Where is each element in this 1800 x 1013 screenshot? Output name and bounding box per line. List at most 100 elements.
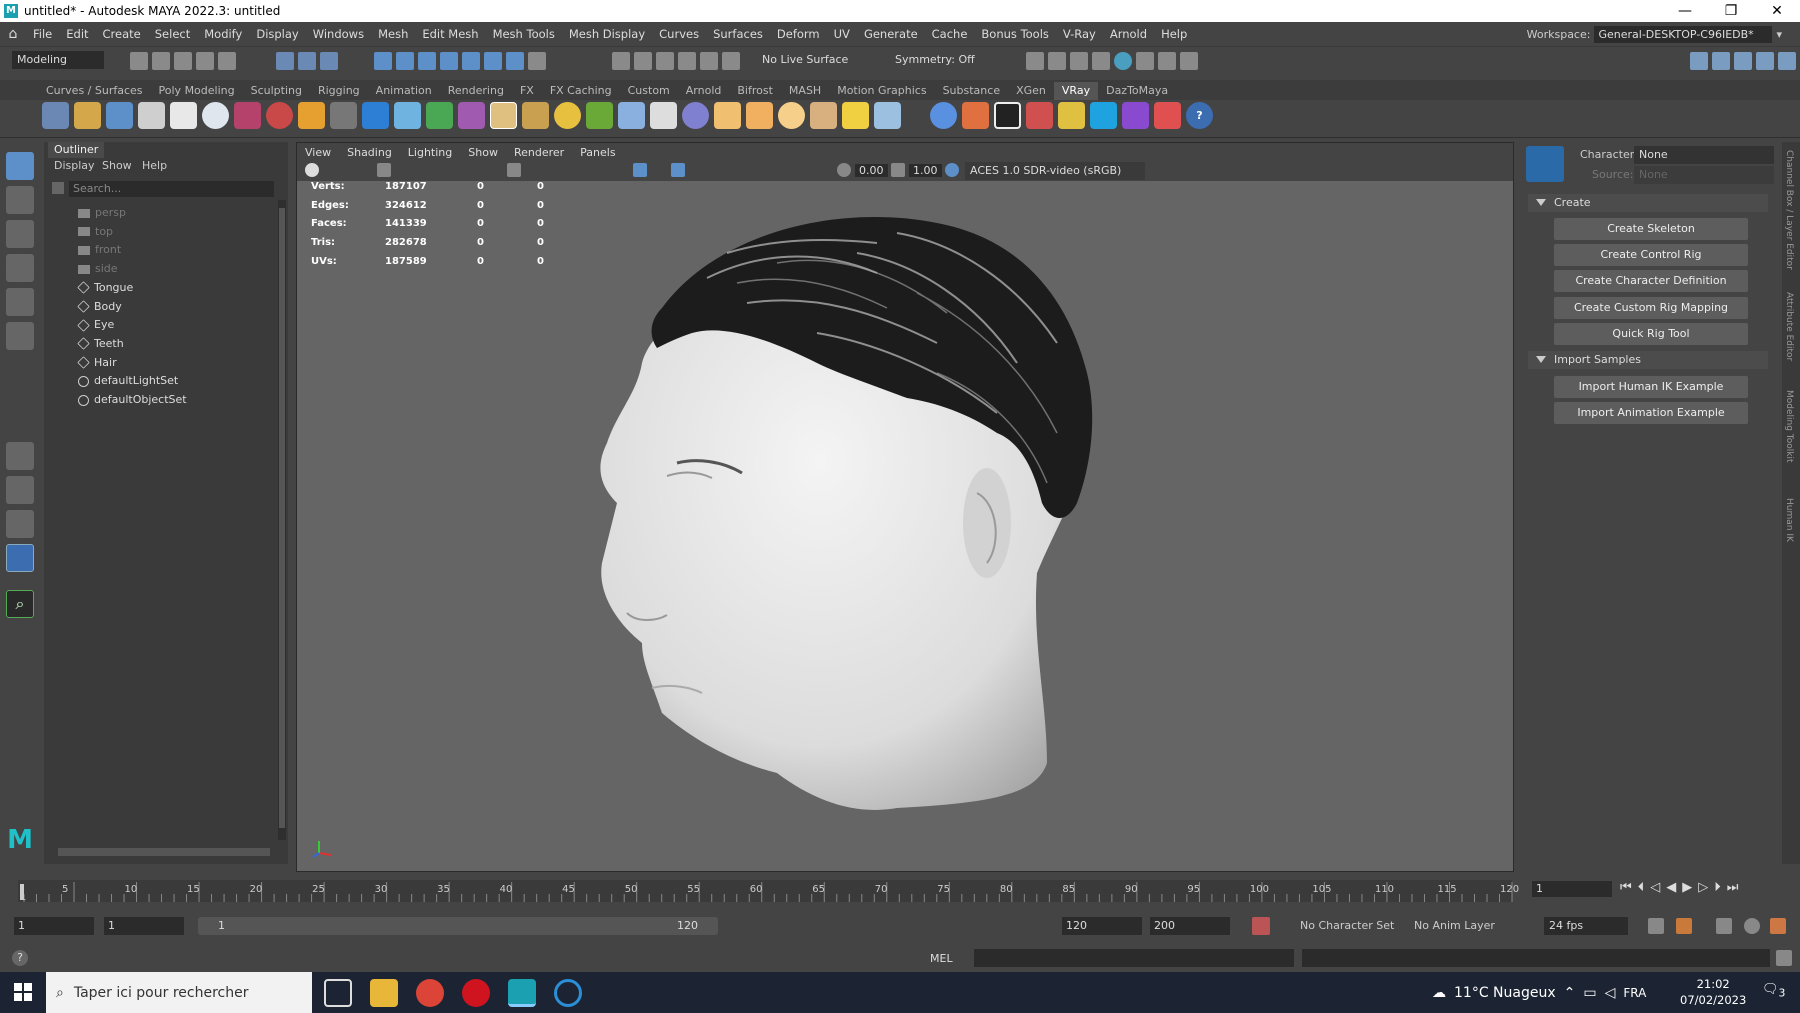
render-setup-icon[interactable] <box>1136 52 1154 70</box>
network-icon[interactable]: ▭ <box>1583 985 1596 1001</box>
language-indicator[interactable]: FRA <box>1623 986 1646 1000</box>
rotate-tool-icon[interactable] <box>6 288 34 316</box>
volume-icon[interactable]: ◁ <box>1605 985 1616 1001</box>
outliner-item[interactable]: defaultLightSet <box>78 372 178 390</box>
vray-vfb-icon[interactable] <box>1026 102 1053 129</box>
symmetry-dropdown[interactable]: Symmetry: Off <box>890 51 980 69</box>
step-forward-key-icon[interactable]: ⏵ <box>1714 880 1721 895</box>
menu-arnold[interactable]: Arnold <box>1103 27 1154 41</box>
current-time-marker[interactable] <box>20 884 24 900</box>
menu-mesh[interactable]: Mesh <box>371 27 415 41</box>
shelf-tab-curves-surfaces[interactable]: Curves / Surfaces <box>38 82 151 100</box>
shelf-tab-fx[interactable]: FX <box>512 82 542 100</box>
snap-curve-icon[interactable] <box>634 52 652 70</box>
paint-select-tool-icon[interactable] <box>6 220 34 248</box>
vray-cube-icon[interactable] <box>362 102 389 129</box>
maximize-button[interactable]: ❐ <box>1708 0 1754 22</box>
mel-command-input[interactable] <box>974 949 1294 967</box>
step-forward-frame-icon[interactable]: ▷ <box>1698 880 1708 895</box>
menu-uv[interactable]: UV <box>827 27 857 41</box>
maya-taskbar-icon[interactable] <box>508 979 536 1007</box>
show-attribute-editor-icon[interactable] <box>1712 52 1730 70</box>
vray-drop-icon[interactable] <box>394 102 421 129</box>
snap-surface-icon[interactable] <box>700 52 718 70</box>
show-channel-box-icon[interactable] <box>1756 52 1774 70</box>
light-editor-icon[interactable] <box>1158 52 1176 70</box>
menu-curves[interactable]: Curves <box>652 27 706 41</box>
lasso-tool-icon[interactable] <box>6 186 34 214</box>
new-scene-icon[interactable] <box>130 52 148 70</box>
render-frame-icon[interactable] <box>1048 52 1066 70</box>
shelf-tab-bifrost[interactable]: Bifrost <box>729 82 781 100</box>
workspace-dropdown[interactable]: General-DESKTOP-C96IEDB* <box>1594 26 1773 43</box>
play-forwards-icon[interactable]: ▶ <box>1682 880 1692 895</box>
outliner-menu-show[interactable]: Show <box>102 159 132 172</box>
vray-grid-icon[interactable] <box>330 102 357 129</box>
go-to-end-icon[interactable]: ⏭ <box>1727 880 1739 895</box>
step-back-frame-icon[interactable]: ◁ <box>1650 880 1660 895</box>
outliner-menu-display[interactable]: Display <box>54 159 95 172</box>
file-explorer-icon[interactable] <box>370 979 398 1007</box>
hypershade-icon[interactable] <box>1114 52 1132 70</box>
go-to-start-icon[interactable]: ⏮ <box>1620 880 1632 895</box>
menu-display[interactable]: Display <box>249 27 305 41</box>
vray-dome-light-icon[interactable] <box>714 102 741 129</box>
mask-joints-icon[interactable] <box>396 52 414 70</box>
shelf-tab-motion-graphics[interactable]: Motion Graphics <box>829 82 934 100</box>
menu-mesh-tools[interactable]: Mesh Tools <box>486 27 562 41</box>
four-view-icon[interactable] <box>6 476 34 504</box>
vray-frame-buffer-icon[interactable] <box>106 102 133 129</box>
vray-spot-light-icon[interactable] <box>810 102 837 129</box>
vray-palette-icon[interactable] <box>1154 102 1181 129</box>
mask-surfaces-icon[interactable] <box>440 52 458 70</box>
side-tab[interactable]: Modeling Toolkit <box>1784 390 1794 463</box>
snap-point-icon[interactable] <box>656 52 674 70</box>
quick-rig-tool-button[interactable]: Quick Rig Tool <box>1554 322 1748 345</box>
menu-cache[interactable]: Cache <box>925 27 975 41</box>
menu-mesh-display[interactable]: Mesh Display <box>562 27 652 41</box>
animation-start-field[interactable]: 1 <box>14 917 94 935</box>
playback-end-field[interactable]: 120 <box>1062 917 1142 935</box>
script-language-toggle[interactable]: MEL <box>930 952 953 965</box>
outliner-layout-icon[interactable] <box>6 544 34 572</box>
select-by-hierarchy-icon[interactable] <box>276 52 294 70</box>
render-settings-icon[interactable] <box>1092 52 1110 70</box>
select-by-component-icon[interactable] <box>320 52 338 70</box>
sound-icon[interactable] <box>1716 918 1732 934</box>
chevron-down-icon[interactable]: ▾ <box>1776 28 1782 41</box>
side-tab[interactable]: Human IK <box>1784 498 1794 542</box>
task-view-icon[interactable] <box>324 979 352 1007</box>
create-custom-rig-mapping-button[interactable]: Create Custom Rig Mapping <box>1554 296 1748 319</box>
notification-icon[interactable]: 🗨3 <box>1762 982 1785 1000</box>
minimize-button[interactable]: — <box>1662 0 1708 22</box>
move-tool-icon[interactable] <box>6 254 34 282</box>
select-tool-icon[interactable] <box>6 152 34 180</box>
menu-edit[interactable]: Edit <box>59 27 95 41</box>
outliner-search-input[interactable]: Search... <box>69 181 274 197</box>
shelf-tab-poly-modeling[interactable]: Poly Modeling <box>151 82 243 100</box>
script-editor-icon[interactable] <box>1776 950 1792 966</box>
vray-flag-icon[interactable] <box>962 102 989 129</box>
clock[interactable]: 21:02 07/02/2023 <box>1680 976 1746 1008</box>
persp-outliner-view-icon[interactable] <box>6 510 34 538</box>
outliner-item[interactable]: front <box>78 241 121 259</box>
loop-icon[interactable] <box>1648 918 1664 934</box>
menu-create[interactable]: Create <box>96 27 148 41</box>
vray-sun-icon[interactable] <box>42 102 69 129</box>
menu-select[interactable]: Select <box>148 27 197 41</box>
outliner-item[interactable]: Tongue <box>77 279 133 297</box>
side-tab[interactable]: Channel Box / Layer Editor <box>1784 150 1794 270</box>
menu-edit-mesh[interactable]: Edit Mesh <box>415 27 485 41</box>
vray-chaos-icon[interactable] <box>1122 102 1149 129</box>
outliner-hscrollbar[interactable] <box>58 848 270 856</box>
play-backwards-icon[interactable]: ◀ <box>1666 880 1676 895</box>
vray-texture-icon[interactable] <box>522 102 549 129</box>
shelf-tab-rendering[interactable]: Rendering <box>440 82 512 100</box>
snap-grid-icon[interactable] <box>612 52 630 70</box>
vray-settings-icon[interactable] <box>170 102 197 129</box>
outliner-item[interactable]: Body <box>77 298 122 316</box>
vray-fire-icon[interactable] <box>298 102 325 129</box>
outliner-scrollbar[interactable] <box>278 200 286 840</box>
cache-icon[interactable] <box>1744 918 1760 934</box>
outliner-item[interactable]: defaultObjectSet <box>78 391 187 409</box>
